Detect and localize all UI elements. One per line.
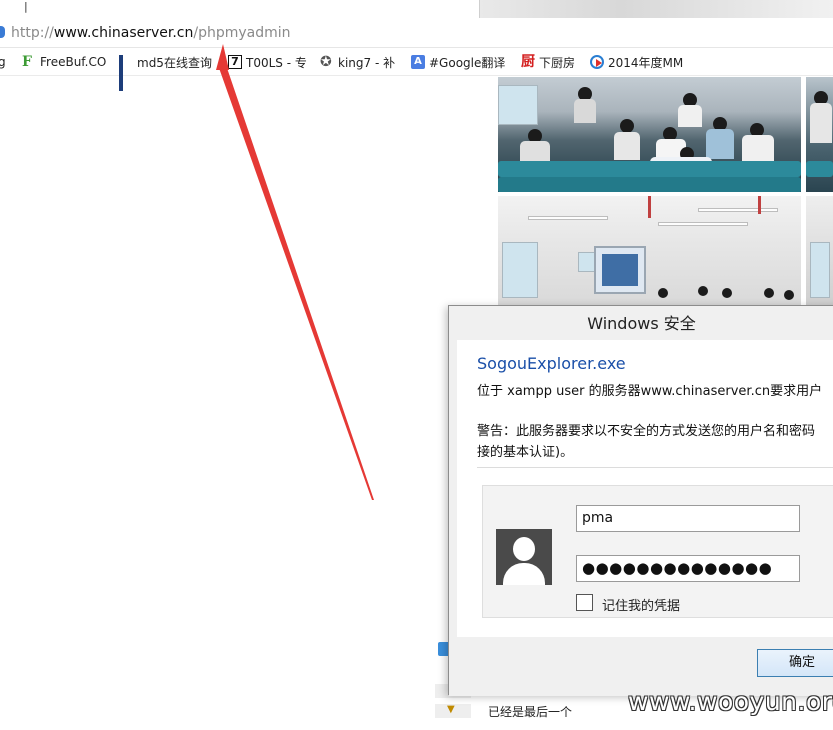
wooyun-watermark: www.wooyun.org bbox=[628, 687, 833, 716]
bookmark-item-freebuf[interactable]: F FreeBuf.CO bbox=[22, 54, 106, 70]
address-bar[interactable]: http://www.chinaserver.cn/phpmyadmin bbox=[0, 18, 833, 48]
bookmark-label: md5在线查询 bbox=[137, 55, 212, 70]
bookmark-label: #Google翻译 bbox=[429, 55, 506, 70]
bookmark-item-t00ls[interactable]: 7 T00LS - 专 bbox=[228, 54, 307, 70]
classroom-photo-1-edge bbox=[806, 77, 833, 192]
url-scheme: http:// bbox=[11, 25, 54, 41]
remember-credentials-label: 记住我的凭据 bbox=[602, 599, 681, 614]
site-security-icon bbox=[0, 26, 5, 38]
t00ls-7-icon: 7 bbox=[228, 55, 242, 69]
dialog-app-name: SogouExplorer.exe bbox=[477, 354, 626, 373]
bookmark-item-king7[interactable]: ✪ king7 - 补 bbox=[320, 54, 395, 70]
last-item-label: 已经是最后一个 bbox=[488, 705, 573, 719]
md5-grid-icon bbox=[119, 55, 133, 91]
bookmark-item-google-translate[interactable]: A #Google翻译 bbox=[411, 54, 505, 70]
xiachufang-icon: 厨 bbox=[521, 54, 535, 70]
browser-window: | http://www.chinaserver.cn/phpmyadmin g… bbox=[0, 0, 833, 730]
arrow-shaft bbox=[219, 68, 374, 500]
active-tab[interactable]: | bbox=[0, 0, 480, 18]
dialog-title: Windows 安全 bbox=[587, 314, 696, 333]
windows-security-dialog: Windows 安全 SogouExplorer.exe 位于 xampp us… bbox=[448, 305, 833, 696]
dialog-divider bbox=[477, 467, 833, 468]
classroom-photo-2 bbox=[498, 196, 801, 306]
bookmark-item-xiachufang[interactable]: 厨 下厨房 bbox=[521, 54, 575, 70]
bookmark-item-md5[interactable]: md5在线查询 bbox=[119, 54, 212, 91]
dialog-warning-line1: 警告：此服务器要求以不安全的方式发送您的用户名和密码 bbox=[477, 424, 816, 439]
bookmark-label: FreeBuf.CO bbox=[40, 55, 107, 69]
url-text[interactable]: http://www.chinaserver.cn/phpmyadmin bbox=[11, 25, 291, 41]
user-avatar-icon bbox=[496, 529, 552, 585]
tab-fragment-text: | bbox=[24, 0, 28, 13]
dialog-warning-line2: 接的基本认证)。 bbox=[477, 445, 574, 460]
password-field[interactable]: ●●●●●●●●●●●●●● bbox=[576, 555, 800, 582]
classroom-photo-1 bbox=[498, 77, 801, 192]
dialog-message: 位于 xampp user 的服务器www.chinaserver.cn要求用户 bbox=[477, 384, 823, 399]
freebuf-icon: F bbox=[22, 54, 32, 70]
tab-strip: | bbox=[0, 0, 833, 18]
bookmark-item-2014mm[interactable]: 2014年度MM bbox=[590, 54, 683, 70]
bookmarks-bar: g F FreeBuf.CO md5在线查询 7 T00LS - 专 ✪ kin… bbox=[0, 48, 833, 91]
remember-credentials-checkbox[interactable] bbox=[576, 594, 593, 611]
bookmark-label: king7 - 补 bbox=[338, 55, 396, 70]
play-circle-icon bbox=[590, 55, 604, 69]
tab-strip-background bbox=[480, 0, 833, 18]
credential-tile: pma ●●●●●●●●●●●●●● 记住我的凭据 bbox=[482, 485, 833, 618]
star-icon: ✪ bbox=[320, 54, 332, 70]
bookmark-label: 2014年度MM bbox=[608, 55, 684, 70]
chevron-down-icon: ▼ bbox=[447, 704, 455, 715]
url-path: /phpmyadmin bbox=[193, 25, 291, 41]
dialog-body: SogouExplorer.exe 位于 xampp user 的服务器www.… bbox=[457, 340, 833, 637]
bookmark-label: T00LS - 专 bbox=[246, 55, 307, 70]
username-field[interactable]: pma bbox=[576, 505, 800, 532]
bookmark-label: 下厨房 bbox=[539, 55, 576, 70]
bookmark-label: g bbox=[0, 55, 6, 69]
translate-icon: A bbox=[411, 55, 425, 69]
url-host: www.chinaserver.cn bbox=[53, 25, 194, 41]
bookmark-item-g[interactable]: g bbox=[0, 54, 6, 70]
classroom-photo-2-edge bbox=[806, 196, 833, 306]
ok-button[interactable]: 确定 bbox=[757, 649, 833, 677]
